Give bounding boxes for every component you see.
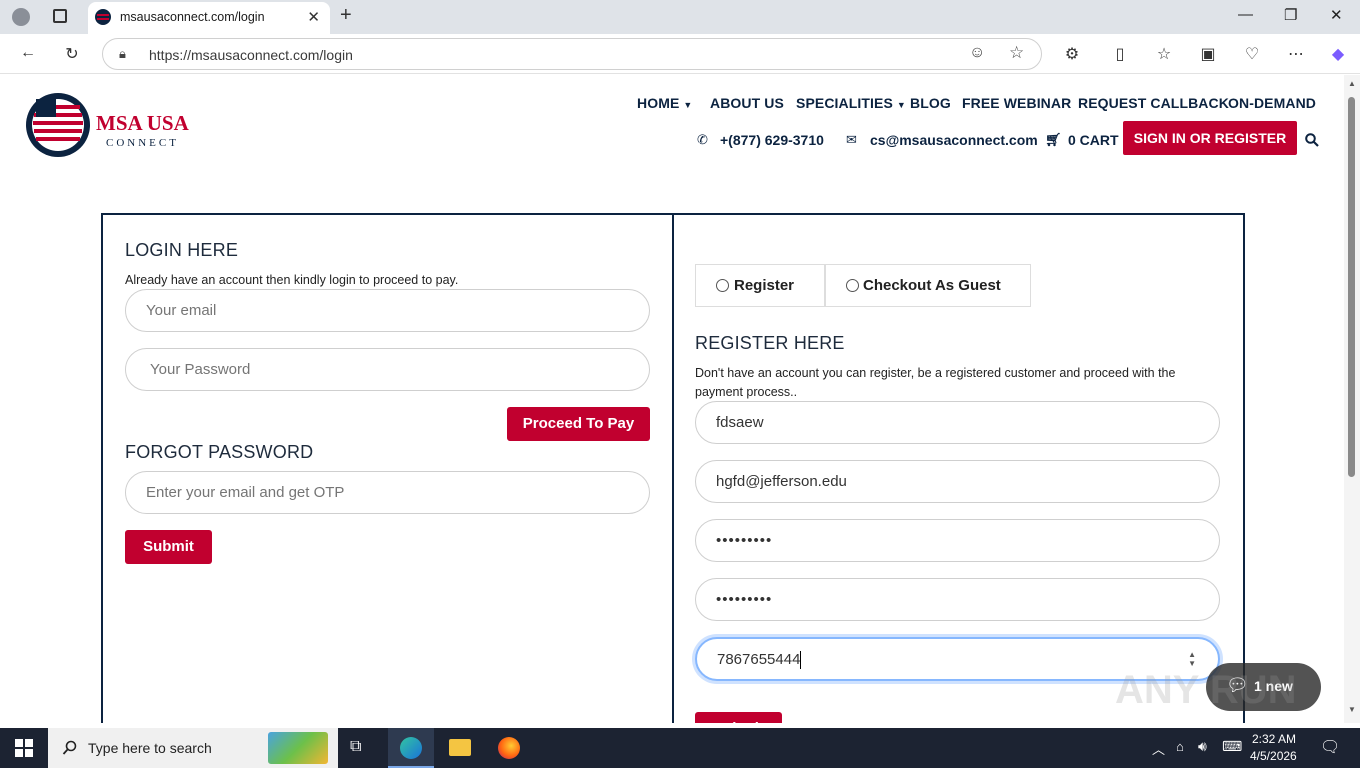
nav-specialities[interactable]: SPECIALITIES ▼ [796, 95, 906, 111]
caret-down-icon: ▼ [896, 100, 906, 110]
register-option[interactable]: Register [695, 264, 825, 307]
phone-link[interactable]: +(877) 629-3710 [720, 132, 824, 148]
browser-tab-bar: msausaconnect.com/login ✕ + — ❐ ✕ [0, 0, 1360, 34]
login-password-input[interactable] [125, 348, 650, 391]
login-title: LOGIN HERE [125, 240, 239, 260]
sign-in-register-button[interactable]: SIGN IN OR REGISTER [1123, 121, 1297, 155]
register-confirm-password-input[interactable]: ••••••••• [695, 578, 1220, 621]
edge-logo-icon [400, 737, 422, 759]
ime-icon[interactable]: ⌨ [1222, 738, 1242, 755]
guest-radio[interactable] [846, 279, 859, 292]
site-info-icon[interactable]: 🔒︎ [119, 46, 126, 62]
search-icon [62, 740, 77, 755]
logo-emblem-icon [26, 93, 90, 157]
login-subtitle: Already have an account then kindly logi… [125, 273, 459, 287]
notification-center-icon[interactable]: 🗨︎ [1320, 737, 1340, 757]
scroll-thumb[interactable] [1348, 97, 1355, 477]
register-submit-button[interactable]: Submit [695, 712, 782, 723]
firefox-icon[interactable] [498, 737, 520, 759]
register-password-input[interactable]: ••••••••• [695, 519, 1220, 562]
login-panel: LOGIN HERE Already have an account then … [101, 213, 674, 723]
page-scrollbar[interactable]: ▲ ▼ [1344, 75, 1360, 723]
nav-about[interactable]: ABOUT US [710, 95, 784, 111]
register-subtitle: Don't have an account you can register, … [695, 366, 1176, 399]
forgot-submit-button[interactable]: Submit [125, 530, 212, 564]
logo-text: MSA USA [96, 111, 189, 135]
number-spinner-icon[interactable]: ▲ ▼ [1188, 637, 1196, 668]
scroll-down-icon[interactable]: ▼ [1348, 705, 1356, 714]
new-tab-icon[interactable]: + [340, 4, 352, 27]
register-title: REGISTER HERE [695, 333, 845, 353]
profile-icon[interactable] [12, 8, 30, 26]
register-option-label: Register [734, 277, 795, 294]
site-logo[interactable]: MSA USA CONNECT [18, 83, 203, 159]
clock-date[interactable]: 4/5/2026 [1250, 749, 1297, 763]
more-menu-icon[interactable]: ⋯ [1286, 44, 1306, 64]
close-tab-icon[interactable]: ✕ [307, 8, 320, 26]
extensions-icon[interactable]: ⚙ [1062, 44, 1082, 64]
login-email-input[interactable] [125, 289, 650, 332]
caret-down-icon: ▼ [683, 100, 693, 110]
scroll-up-icon[interactable]: ▲ [1348, 79, 1356, 88]
site-favicon-icon [95, 9, 111, 25]
nav-home-label: HOME [637, 95, 680, 111]
address-bar-row: ← ↻ 🔒︎ https://msausaconnect.com/login ☺… [0, 34, 1360, 74]
guest-option-label: Checkout As Guest [863, 277, 1001, 294]
minimize-icon[interactable]: — [1238, 6, 1253, 23]
nav-on-demand[interactable]: ON-DEMAND [1228, 95, 1316, 111]
guest-option[interactable]: Checkout As Guest [825, 264, 1031, 307]
copilot-icon[interactable]: ◆ [1328, 44, 1348, 64]
otp-email-input[interactable] [125, 471, 650, 514]
file-explorer-icon[interactable] [449, 739, 471, 756]
watermark-text: ANY RUN [1115, 668, 1297, 712]
tray-chevron-icon[interactable]: ︿ [1152, 739, 1165, 758]
network-icon[interactable]: ⌂ [1176, 739, 1184, 754]
back-icon[interactable]: ← [18, 44, 38, 64]
search-highlight-icon [268, 732, 328, 764]
register-phone-value: 7867655444 [717, 651, 801, 668]
taskbar-search-placeholder: Type here to search [88, 740, 212, 756]
refresh-icon[interactable]: ↻ [62, 44, 82, 64]
nav-free-webinar[interactable]: FREE WEBINAR [962, 95, 1071, 111]
register-email-input[interactable]: hgfd@jefferson.edu [695, 460, 1220, 503]
nav-specialities-label: SPECIALITIES [796, 95, 893, 111]
search-icon[interactable] [1305, 133, 1319, 147]
clock-time[interactable]: 2:32 AM [1252, 732, 1296, 746]
register-panel: Register Checkout As Guest REGISTER HERE… [672, 213, 1245, 723]
edge-taskbar-icon[interactable] [388, 728, 434, 768]
cart-link[interactable]: 0 CART [1068, 132, 1119, 148]
volume-icon[interactable]: 🔊︎ [1198, 738, 1207, 755]
proceed-to-pay-button[interactable]: Proceed To Pay [507, 407, 650, 441]
windows-start-icon[interactable] [15, 739, 33, 757]
nav-blog[interactable]: BLOG [910, 95, 951, 111]
restore-icon[interactable]: ❐ [1284, 6, 1297, 24]
envelope-icon: ✉ [846, 132, 857, 147]
windows-taskbar: Type here to search ⧉ ︿ ⌂ 🔊︎ ⌨ 2:32 AM 4… [0, 728, 1360, 768]
reader-icon[interactable]: ☺ [969, 44, 985, 62]
taskbar-search[interactable]: Type here to search [48, 728, 338, 768]
task-view-icon[interactable]: ⧉ [350, 738, 361, 756]
text-cursor [800, 651, 802, 670]
favorites-icon[interactable]: ☆ [1154, 44, 1174, 64]
logo-subtext: CONNECT [106, 137, 179, 149]
nav-home[interactable]: HOME ▼ [637, 95, 692, 111]
register-radio[interactable] [716, 279, 729, 292]
tab-actions-icon[interactable] [53, 9, 67, 23]
collections-icon[interactable]: ▣ [1198, 44, 1218, 64]
phone-icon: ✆ [697, 132, 708, 147]
url-field[interactable]: 🔒︎ https://msausaconnect.com/login ☺ ☆ [102, 38, 1042, 70]
nav-request-callback[interactable]: REQUEST CALLBACK [1078, 95, 1229, 111]
cart-icon: 🛒︎ [1045, 132, 1062, 147]
tab-title: msausaconnect.com/login [120, 10, 265, 24]
close-window-icon[interactable]: ✕ [1330, 6, 1343, 24]
browser-essentials-icon[interactable]: ♡ [1242, 44, 1262, 64]
url-text: https://msausaconnect.com/login [149, 47, 353, 63]
favorite-star-icon[interactable]: ☆ [1009, 43, 1024, 63]
email-link[interactable]: cs@msausaconnect.com [870, 132, 1038, 148]
split-screen-icon[interactable]: ▯ [1110, 44, 1130, 64]
forgot-password-title: FORGOT PASSWORD [125, 442, 314, 462]
register-name-input[interactable]: fdsaew [695, 401, 1220, 444]
web-page: MSA USA CONNECT HOME ▼ ABOUT US SPECIALI… [0, 75, 1344, 723]
browser-tab[interactable]: msausaconnect.com/login ✕ [88, 2, 330, 34]
